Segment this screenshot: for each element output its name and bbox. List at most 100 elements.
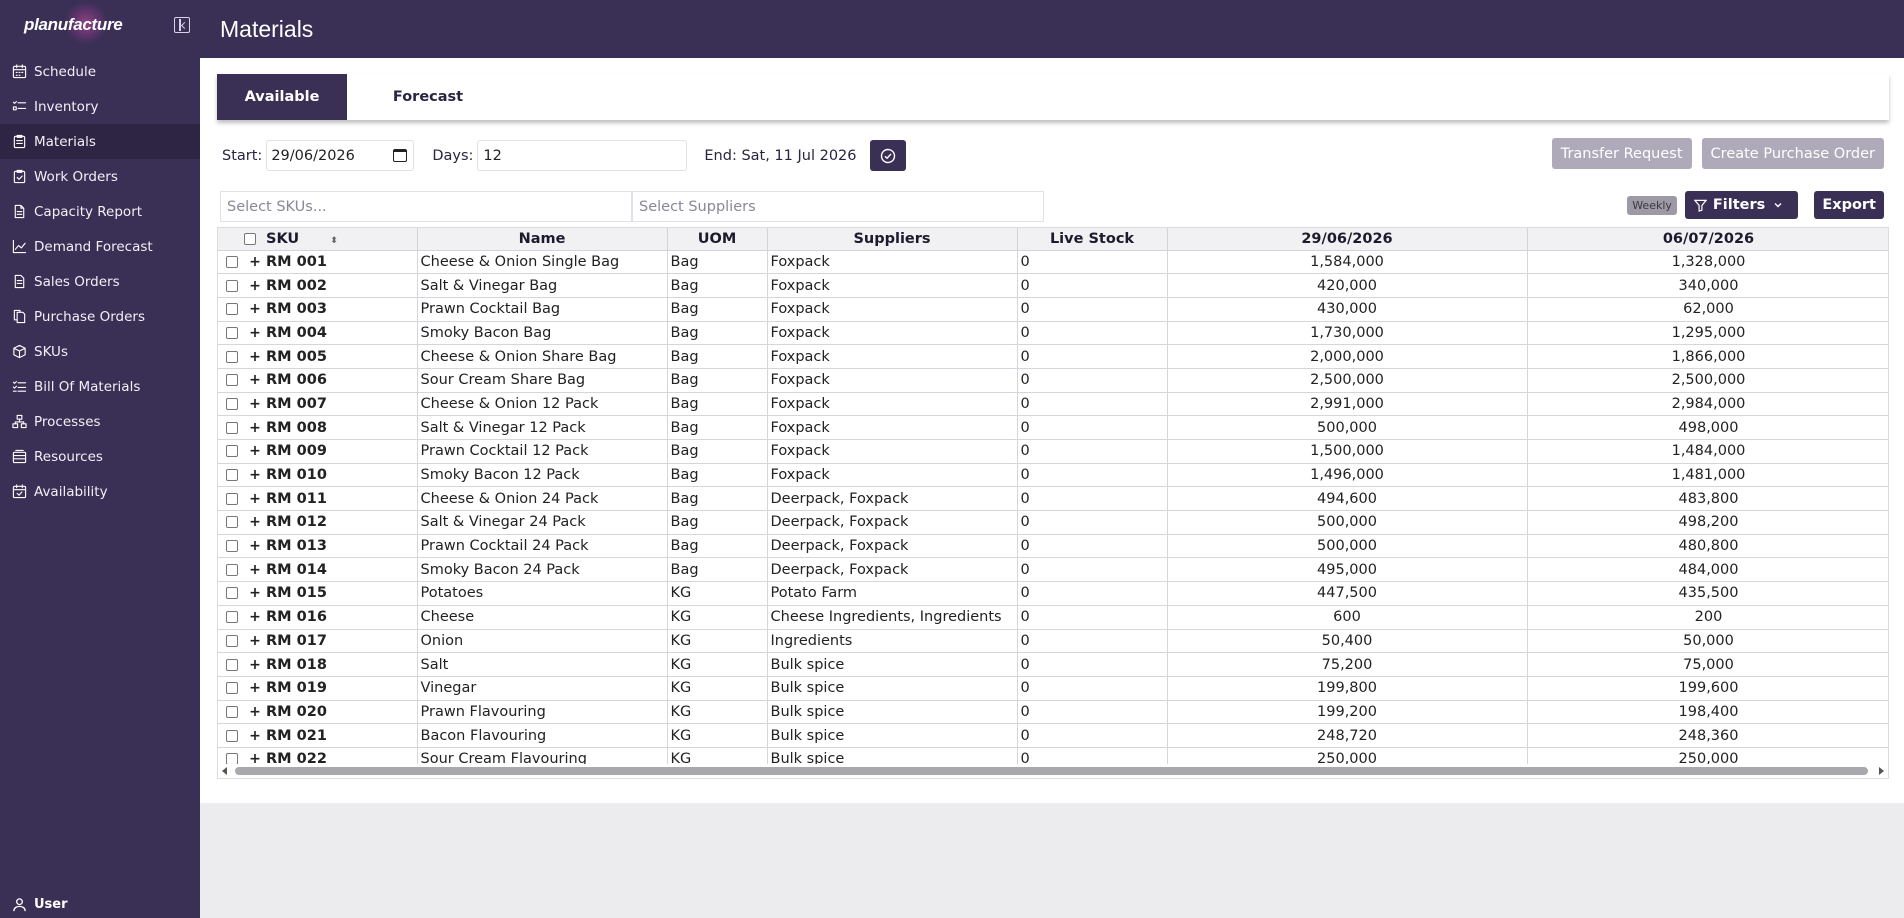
expand-row-icon[interactable]: +: [249, 633, 261, 649]
row-checkbox[interactable]: [226, 279, 238, 292]
table-row[interactable]: + RM 004 Smoky Bacon Bag Bag Foxpack 0 1,730,0…: [218, 321, 1888, 346]
expand-row-icon[interactable]: +: [249, 467, 261, 483]
sidebar-item-processes[interactable]: Processes: [0, 404, 200, 439]
expand-row-icon[interactable]: +: [249, 301, 261, 317]
row-checkbox[interactable]: [226, 303, 238, 316]
sidebar-item-work-orders[interactable]: Work Orders: [0, 159, 200, 194]
table-row[interactable]: + RM 019 Vinegar KG Bulk spice 0 199,800 199,60…: [218, 676, 1888, 701]
expand-row-icon[interactable]: +: [249, 396, 261, 412]
expand-row-icon[interactable]: +: [249, 728, 261, 744]
sku-cell[interactable]: RM 016: [264, 605, 418, 630]
supplier-select[interactable]: Select Suppliers: [632, 191, 1044, 222]
row-checkbox[interactable]: [226, 397, 238, 410]
sidebar-item-purchase-orders[interactable]: Purchase Orders: [0, 299, 200, 334]
sidebar-item-inventory[interactable]: Inventory: [0, 89, 200, 124]
row-checkbox[interactable]: [226, 516, 238, 529]
row-checkbox[interactable]: [226, 634, 238, 647]
table-row[interactable]: + RM 005 Cheese & Onion Share Bag Bag Foxpac…: [218, 344, 1888, 369]
sku-cell[interactable]: RM 011: [264, 486, 418, 512]
expand-row-icon[interactable]: +: [249, 254, 261, 270]
expand-row-icon[interactable]: +: [249, 538, 261, 554]
sidebar-item-bill-of-materials[interactable]: Bill Of Materials: [0, 369, 200, 404]
expand-row-icon[interactable]: +: [249, 609, 261, 625]
table-row[interactable]: + RM 010 Smoky Bacon 12 Pack Bag Foxpack 0 1,4…: [218, 463, 1888, 488]
sidebar-item-demand-forecast[interactable]: Demand Forecast: [0, 229, 200, 264]
expand-row-icon[interactable]: +: [249, 420, 261, 436]
sku-cell[interactable]: RM 020: [264, 700, 418, 725]
scrollbar-thumb[interactable]: [235, 767, 1868, 775]
col-header-uom[interactable]: UOM: [667, 228, 768, 251]
table-row[interactable]: + RM 020 Prawn Flavouring KG Bulk spice 0 199,…: [218, 700, 1888, 725]
scroll-left-icon[interactable]: [222, 767, 227, 775]
expand-row-icon[interactable]: +: [249, 704, 261, 720]
row-checkbox[interactable]: [226, 658, 238, 671]
col-header-week-2[interactable]: 06/07/2026: [1527, 228, 1888, 251]
col-header-name[interactable]: Name: [417, 228, 668, 251]
export-button[interactable]: Export: [1814, 191, 1884, 219]
app-logo[interactable]: planufacture: [24, 1, 123, 45]
sidebar-item-skus[interactable]: SKUs: [0, 334, 200, 369]
col-header-sku[interactable]: SKU ⬍: [264, 228, 418, 251]
row-checkbox[interactable]: [226, 445, 238, 458]
row-checkbox[interactable]: [226, 421, 238, 434]
sidebar-item-resources[interactable]: Resources: [0, 439, 200, 474]
sidebar-item-capacity-report[interactable]: Capacity Report: [0, 194, 200, 229]
sku-cell[interactable]: RM 002: [264, 273, 418, 298]
expand-row-icon[interactable]: +: [249, 491, 261, 507]
table-row[interactable]: + RM 013 Prawn Cocktail 24 Pack Bag Deerpack…: [218, 534, 1888, 559]
select-all-checkbox[interactable]: [244, 232, 256, 245]
sku-cell[interactable]: RM 019: [264, 676, 418, 701]
sku-cell[interactable]: RM 018: [264, 652, 418, 677]
sku-cell[interactable]: RM 021: [264, 723, 418, 748]
table-row[interactable]: + RM 001 Cheese & Onion Single Bag Bag Foxpa…: [218, 250, 1888, 275]
table-row[interactable]: + RM 003 Prawn Cocktail Bag Bag Foxpack 0 430,…: [218, 297, 1888, 322]
row-checkbox[interactable]: [226, 587, 238, 600]
sku-cell[interactable]: RM 012: [264, 510, 418, 535]
sku-cell[interactable]: RM 004: [264, 321, 418, 346]
expand-row-icon[interactable]: +: [249, 562, 261, 578]
expand-row-icon[interactable]: +: [249, 372, 261, 388]
row-checkbox[interactable]: [226, 492, 238, 505]
table-row[interactable]: + RM 014 Smoky Bacon 24 Pack Bag Deerpack, F…: [218, 557, 1888, 583]
calendar-picker-icon[interactable]: [393, 149, 408, 162]
start-date-input[interactable]: 29/06/2026: [266, 140, 415, 171]
sku-cell[interactable]: RM 007: [264, 392, 418, 417]
sidebar-item-sales-orders[interactable]: Sales Orders: [0, 264, 200, 299]
table-row[interactable]: + RM 011 Cheese & Onion 24 Pack Bag Deerpack…: [218, 486, 1888, 512]
col-header-live-stock[interactable]: Live Stock: [1017, 228, 1168, 251]
sku-select[interactable]: Select SKUs...: [220, 191, 632, 222]
period-badge[interactable]: Weekly: [1627, 195, 1677, 215]
sidebar-item-availability[interactable]: Availability: [0, 474, 200, 509]
tab-available[interactable]: Available: [217, 74, 347, 120]
sku-cell[interactable]: RM 017: [264, 629, 418, 654]
collapse-sidebar-icon[interactable]: [174, 17, 190, 33]
table-row[interactable]: + RM 008 Salt & Vinegar 12 Pack Bag Foxpack 0…: [218, 415, 1888, 440]
table-row[interactable]: + RM 007 Cheese & Onion 12 Pack Bag Foxpack 0…: [218, 392, 1888, 417]
table-row[interactable]: + RM 009 Prawn Cocktail 12 Pack Bag Foxpack 0…: [218, 439, 1888, 464]
row-checkbox[interactable]: [226, 350, 238, 363]
row-checkbox[interactable]: [226, 374, 238, 387]
row-checkbox[interactable]: [226, 729, 238, 742]
row-checkbox[interactable]: [226, 563, 238, 576]
sku-cell[interactable]: RM 008: [264, 415, 418, 440]
expand-row-icon[interactable]: +: [249, 585, 261, 601]
sku-cell[interactable]: RM 003: [264, 297, 418, 322]
expand-row-icon[interactable]: +: [249, 349, 261, 365]
table-row[interactable]: + RM 002 Salt & Vinegar Bag Bag Foxpack 0 420,…: [218, 273, 1888, 298]
sku-cell[interactable]: RM 005: [264, 344, 418, 369]
row-checkbox[interactable]: [226, 469, 238, 482]
table-row[interactable]: + RM 018 Salt KG Bulk spice 0 75,200 75,000: [218, 652, 1888, 677]
row-checkbox[interactable]: [226, 540, 238, 553]
table-row[interactable]: + RM 015 Potatoes KG Potato Farm 0 447,500 435,…: [218, 581, 1888, 606]
sidebar-item-materials[interactable]: Materials: [0, 124, 200, 159]
row-checkbox[interactable]: [226, 326, 238, 339]
days-input[interactable]: 12: [477, 140, 688, 171]
col-header-week-1[interactable]: 29/06/2026: [1167, 228, 1528, 251]
row-checkbox[interactable]: [226, 611, 238, 624]
sort-icon[interactable]: ⬍: [330, 236, 338, 246]
apply-dates-button[interactable]: [869, 140, 906, 171]
filters-button[interactable]: Filters: [1684, 191, 1799, 219]
table-row[interactable]: + RM 012 Salt & Vinegar 24 Pack Bag Deerpack…: [218, 510, 1888, 535]
expand-row-icon[interactable]: +: [249, 325, 261, 341]
transfer-request-button[interactable]: Transfer Request: [1551, 138, 1692, 169]
